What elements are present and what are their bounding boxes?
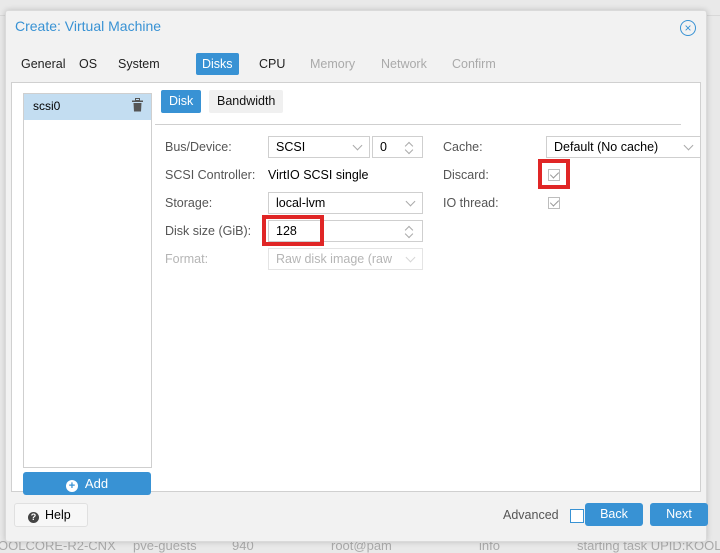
format-value: Raw disk image (raw xyxy=(276,252,393,266)
tab-general[interactable]: General xyxy=(15,53,71,75)
storage-label: Storage: xyxy=(165,196,213,210)
subtab-disk[interactable]: Disk xyxy=(161,90,202,113)
tab-cpu[interactable]: CPU xyxy=(253,53,291,75)
tab-system[interactable]: System xyxy=(112,53,166,75)
scsi-controller-value: VirtIO SCSI single xyxy=(268,168,369,182)
create-vm-dialog: Create: Virtual Machine × General OS Sys… xyxy=(5,10,708,542)
chevron-down-icon xyxy=(405,252,416,263)
device-number-spinner[interactable]: 0 xyxy=(372,136,423,158)
disks-panel: scsi0 + Add Disk Bandwidth Bus/Device: SC… xyxy=(11,82,701,495)
disk-name: scsi0 xyxy=(33,99,61,113)
disk-size-label: Disk size (GiB): xyxy=(165,224,252,238)
disk-list: scsi0 xyxy=(23,93,152,468)
close-button[interactable]: × xyxy=(680,20,696,36)
subtab-bandwidth[interactable]: Bandwidth xyxy=(209,90,284,113)
bus-device-label: Bus/Device: xyxy=(165,140,232,154)
disk-list-item[interactable]: scsi0 xyxy=(24,94,151,120)
tab-disks[interactable]: Disks xyxy=(196,53,239,75)
trash-icon[interactable] xyxy=(132,98,143,112)
chevron-down-icon xyxy=(405,196,416,207)
help-label: Help xyxy=(45,508,71,522)
subtab-divider xyxy=(155,124,681,125)
io-thread-label: IO thread: xyxy=(443,196,499,210)
io-thread-checkbox[interactable] xyxy=(548,197,560,209)
advanced-label: Advanced xyxy=(503,508,559,522)
advanced-checkbox[interactable] xyxy=(570,509,584,523)
tab-os[interactable]: OS xyxy=(73,53,103,75)
storage-value: local-lvm xyxy=(276,196,326,210)
close-circle-icon: × xyxy=(684,21,692,35)
scsi-controller-label: SCSI Controller: xyxy=(165,168,256,182)
disk-size-value: 128 xyxy=(276,224,297,238)
chevron-down-icon xyxy=(683,140,694,151)
device-value: 0 xyxy=(380,140,387,154)
tab-confirm: Confirm xyxy=(452,57,496,71)
format-label: Format: xyxy=(165,252,209,266)
cache-value: Default (No cache) xyxy=(554,140,659,154)
bus-value: SCSI xyxy=(276,140,306,154)
next-button[interactable]: Next xyxy=(650,503,708,526)
chevron-down-icon xyxy=(352,140,363,151)
back-button[interactable]: Back xyxy=(585,503,643,526)
question-circle-icon: ? xyxy=(28,512,39,523)
format-select: Raw disk image (raw xyxy=(268,248,423,270)
bus-select[interactable]: SCSI xyxy=(268,136,370,158)
tab-memory: Memory xyxy=(310,57,356,71)
help-button[interactable]: ? Help xyxy=(14,503,88,527)
spinner-arrows-icon[interactable] xyxy=(405,140,414,155)
add-label: Add xyxy=(84,476,109,491)
cache-select[interactable]: Default (No cache) xyxy=(546,136,701,158)
plus-circle-icon: + xyxy=(65,480,78,492)
tab-network: Network xyxy=(381,57,427,71)
add-disk-button[interactable]: + Add xyxy=(23,472,151,495)
cache-label: Cache: xyxy=(443,140,483,154)
discard-checkbox[interactable] xyxy=(548,169,560,181)
spinner-arrows-icon[interactable] xyxy=(405,224,414,239)
disk-size-input[interactable]: 128 xyxy=(268,220,423,242)
discard-label: Discard: xyxy=(443,168,489,182)
storage-select[interactable]: local-lvm xyxy=(268,192,423,214)
dialog-title: Create: Virtual Machine xyxy=(15,18,162,34)
